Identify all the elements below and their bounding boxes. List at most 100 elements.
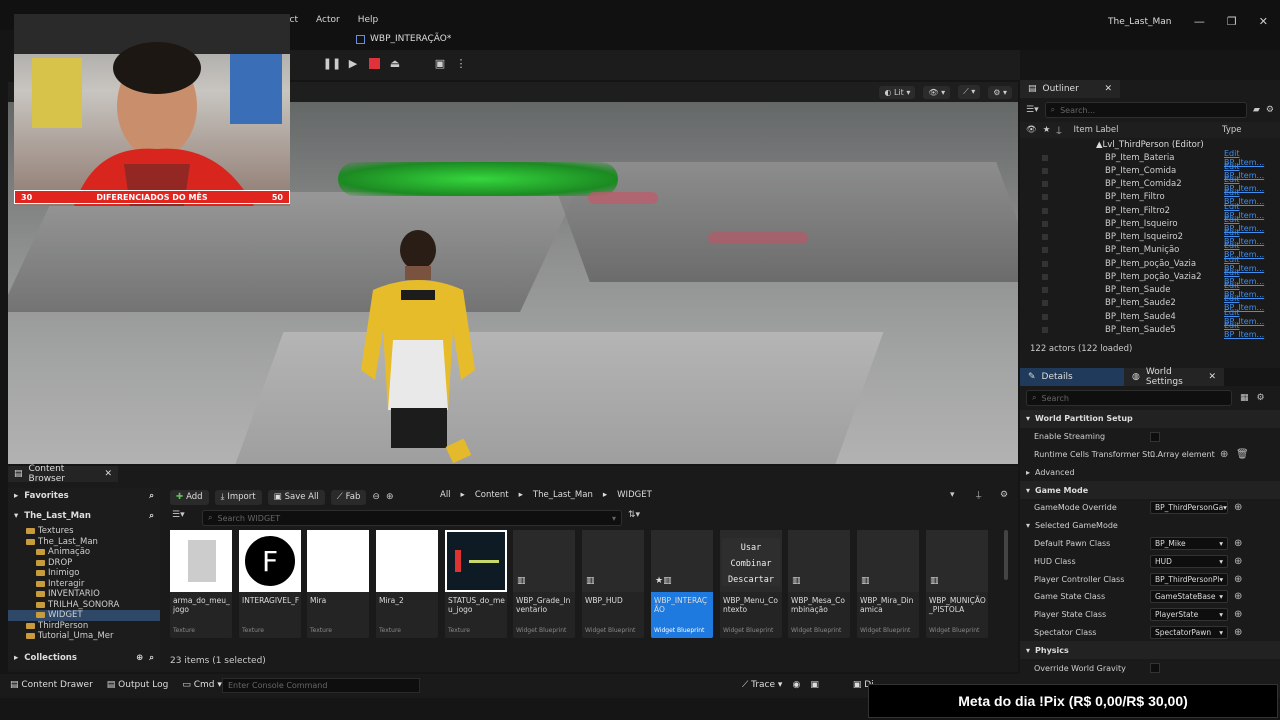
asset-tile[interactable]: F INTERAGIVEL_F Texture bbox=[239, 530, 301, 638]
lock-icon[interactable]: ⍊ bbox=[976, 490, 981, 500]
asset-tile[interactable]: STATUS_do_meu_jogo Texture bbox=[445, 530, 507, 638]
add-element-icon[interactable]: ⊕ bbox=[1220, 449, 1228, 460]
breadcrumb-project[interactable]: The_Last_Man bbox=[533, 490, 593, 500]
browse-icon[interactable]: ⊕ bbox=[1234, 556, 1242, 567]
col-item-label[interactable]: Item Label bbox=[1074, 125, 1216, 135]
visibility-icon[interactable] bbox=[1042, 273, 1048, 280]
settings-icon[interactable]: ⚙ bbox=[1000, 490, 1008, 500]
asset-scrollbar[interactable] bbox=[1004, 530, 1008, 580]
property-checkbox[interactable] bbox=[1150, 431, 1160, 442]
console-input[interactable]: Enter Console Command bbox=[222, 678, 420, 693]
tab-wbp-interacao[interactable]: WBP_INTERAÇÃO* bbox=[356, 34, 451, 44]
tab-outliner[interactable]: ▤ Outliner ✕ bbox=[1020, 80, 1120, 98]
show-flags-button[interactable]: 👁 ▾ bbox=[923, 85, 951, 99]
visibility-icon[interactable] bbox=[1042, 300, 1048, 307]
menu-item-help[interactable]: Help bbox=[358, 15, 379, 25]
property-combo[interactable]: SpectatorPawn ▾ bbox=[1150, 625, 1228, 639]
folder-thirdperson[interactable]: ThirdPerson bbox=[8, 621, 160, 632]
content-drawer-button[interactable]: ▤ Content Drawer bbox=[10, 680, 93, 690]
col-type[interactable]: Type bbox=[1222, 125, 1280, 135]
visibility-icon[interactable] bbox=[1042, 220, 1048, 227]
asset-tile[interactable]: Mira Texture bbox=[307, 530, 369, 638]
visibility-icon[interactable] bbox=[1042, 234, 1048, 241]
property-row[interactable]: ▾ Selected GameMode bbox=[1020, 517, 1280, 535]
folder-textures[interactable]: Textures bbox=[8, 526, 160, 537]
trace-button[interactable]: ⟋ Trace ▾ bbox=[742, 680, 782, 690]
details-search-input[interactable]: ⌕ Search bbox=[1026, 390, 1232, 406]
visibility-icon[interactable] bbox=[1042, 247, 1048, 254]
close-icon[interactable]: ✕ bbox=[1259, 15, 1268, 28]
visibility-icon[interactable] bbox=[1042, 326, 1048, 333]
project-header[interactable]: ▾ The_Last_Man ⌕ bbox=[8, 508, 160, 524]
folder-inimigo[interactable]: Inimigo bbox=[8, 568, 160, 579]
visibility-icon[interactable] bbox=[1042, 287, 1048, 294]
breadcrumb-widget[interactable]: WIDGET bbox=[617, 490, 652, 500]
asset-tile[interactable]: ▥ WBP_Mesa_Combinação Widget Blueprint bbox=[788, 530, 850, 638]
import-button[interactable]: ⤓ Import bbox=[214, 489, 262, 505]
visibility-icon[interactable]: 👁 bbox=[1026, 125, 1037, 135]
search-icon[interactable]: ⌕ bbox=[149, 491, 154, 501]
step-icon[interactable]: ▶ bbox=[347, 57, 359, 70]
menu-item-descartar[interactable]: Descartar bbox=[726, 572, 776, 588]
close-tab-icon[interactable]: ✕ bbox=[1104, 84, 1112, 94]
browse-icon[interactable]: ⊕ bbox=[1234, 609, 1242, 620]
outliner-row[interactable]: BP_Item_Saude5 Edit BP_Item... bbox=[1020, 321, 1280, 339]
tab-details[interactable]: ✎ Details bbox=[1020, 368, 1124, 386]
filter-icon[interactable]: ☰▾ bbox=[172, 510, 185, 520]
grid-view-icon[interactable]: ▦ bbox=[1240, 393, 1249, 403]
property-row[interactable]: ▾ Game Mode bbox=[1020, 481, 1280, 499]
maximize-icon[interactable]: ❐ bbox=[1227, 15, 1237, 28]
asset-tile[interactable]: arma_do_meu_jogo Texture bbox=[170, 530, 232, 638]
tab-world-settings[interactable]: ◍ World Settings ✕ bbox=[1124, 367, 1224, 387]
more-options-icon[interactable]: ⋮ bbox=[455, 57, 467, 70]
visibility-icon[interactable] bbox=[1042, 181, 1048, 188]
sort-icon[interactable]: ⇅▾ bbox=[628, 510, 640, 520]
camera-icon[interactable]: ▣ bbox=[810, 680, 819, 690]
tab-content-browser[interactable]: ▤ Content Browser ✕ bbox=[8, 464, 118, 484]
collections-header[interactable]: ▸ Collections ⊕ ⌕ bbox=[8, 650, 160, 666]
perspective-button[interactable]: ⟋ ▾ bbox=[958, 85, 981, 99]
browse-icon[interactable]: ⊕ bbox=[1234, 627, 1242, 638]
breadcrumb-dropdown-icon[interactable]: ▾ bbox=[950, 490, 955, 500]
folder-drop[interactable]: DROP bbox=[8, 558, 160, 569]
lock-icon[interactable]: ⍊ bbox=[1056, 125, 1061, 135]
record-icon[interactable]: ◉ bbox=[792, 680, 800, 690]
settings-icon[interactable]: ⚙ ▾ bbox=[988, 85, 1012, 99]
property-combo[interactable]: PlayerState ▾ bbox=[1150, 608, 1228, 622]
menu-item-usar[interactable]: Usar bbox=[726, 540, 776, 556]
property-checkbox[interactable] bbox=[1150, 663, 1160, 674]
folder-interagir[interactable]: Interagir bbox=[8, 579, 160, 590]
folder-widget[interactable]: WIDGET bbox=[8, 610, 160, 621]
filter-icon[interactable]: ☰▾ bbox=[1026, 105, 1039, 115]
property-combo[interactable]: GameStateBase ▾ bbox=[1150, 590, 1228, 604]
pin-icon[interactable]: ★ bbox=[1043, 125, 1051, 135]
outliner-search-input[interactable]: ⌕ Search... bbox=[1044, 102, 1247, 118]
folder-trilha-sonora[interactable]: TRILHA_SONORA bbox=[8, 600, 160, 611]
stop-button[interactable] bbox=[368, 57, 380, 69]
search-icon[interactable]: ⌕ bbox=[149, 511, 154, 521]
history-back-icon[interactable]: ⊖ bbox=[372, 492, 380, 502]
eject-icon[interactable]: ⏏ bbox=[389, 57, 401, 70]
settings-icon[interactable]: ⚙ bbox=[1257, 393, 1265, 403]
browse-icon[interactable]: ⊕ bbox=[1234, 574, 1242, 585]
cmd-button[interactable]: ▭ Cmd ▾ bbox=[182, 680, 222, 690]
visibility-icon[interactable] bbox=[1042, 194, 1048, 201]
browse-icon[interactable]: ⊕ bbox=[1234, 591, 1242, 602]
property-row[interactable]: ▾ Physics bbox=[1020, 641, 1280, 660]
menu-item-actor[interactable]: Actor bbox=[316, 15, 340, 25]
edit-blueprint-link[interactable]: Edit BP_Item... bbox=[1224, 321, 1280, 339]
pause-icon[interactable]: ❚❚ bbox=[323, 57, 341, 70]
history-forward-icon[interactable]: ⊕ bbox=[386, 492, 394, 502]
settings-icon[interactable]: ⚙ bbox=[1266, 105, 1274, 115]
property-row[interactable]: ▸ Advanced bbox=[1020, 463, 1280, 481]
asset-tile[interactable]: ▥ WBP_HUD Widget Blueprint bbox=[582, 530, 644, 638]
output-log-button[interactable]: ▤ Output Log bbox=[107, 680, 169, 690]
property-combo[interactable]: HUD ▾ bbox=[1150, 554, 1228, 568]
asset-tile[interactable]: ▥ WBP_MUNIÇÃO_PISTOLA Widget Blueprint bbox=[926, 530, 988, 638]
visibility-icon[interactable] bbox=[1042, 154, 1048, 161]
trash-icon[interactable]: 🗑 bbox=[1236, 449, 1249, 460]
asset-tile[interactable]: ★▥ WBP_INTERAÇÃO Widget Blueprint bbox=[651, 530, 713, 638]
property-combo[interactable]: BP_ThirdPersonGa ▾ bbox=[1150, 501, 1228, 515]
favorites-header[interactable]: ▸ Favorites ⌕ bbox=[8, 488, 160, 504]
menu-item-combinar[interactable]: Combinar bbox=[726, 556, 776, 572]
